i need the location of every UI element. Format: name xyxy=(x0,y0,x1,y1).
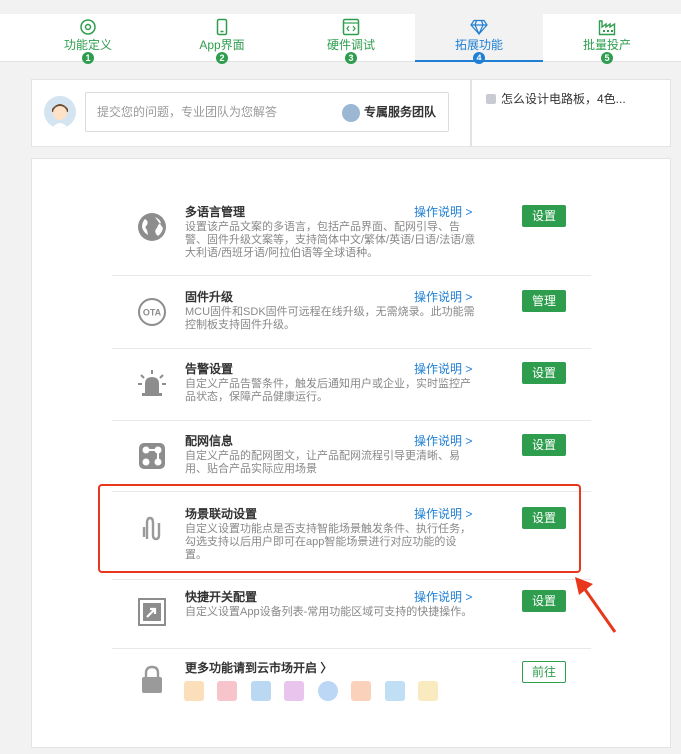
feature-alarm-settings: 告警设置 自定义产品告警条件，触发后通知用户或企业，实时监控产品状态，保障产品健… xyxy=(112,362,591,412)
shortcut-icon xyxy=(138,598,166,626)
question-placeholder: 提交您的问题，专业团队为您解答 xyxy=(97,105,278,119)
step-mass-production[interactable]: 批量投产 5 xyxy=(543,14,671,64)
chat-icon xyxy=(317,681,338,701)
feature-title: 快捷开关配置 xyxy=(185,590,258,604)
annotation-arrow-icon xyxy=(575,577,617,633)
divider xyxy=(112,648,591,649)
feature-desc: 自定义设置App设备列表-常用功能区域可支持的快捷操作。 xyxy=(185,606,473,618)
feature-title: 告警设置 xyxy=(185,362,234,376)
set-button[interactable]: 设置 xyxy=(522,205,566,227)
team-label: 专属服务团队 xyxy=(363,105,436,119)
step-number: 4 xyxy=(473,52,485,64)
svg-text:OTA: OTA xyxy=(143,308,162,318)
feature-shortcut-switch: 快捷开关配置 自定义设置App设备列表-常用功能区域可支持的快捷操作。 操作说明… xyxy=(112,590,591,640)
set-button[interactable]: 设置 xyxy=(522,434,566,456)
step-label: 硬件调试 xyxy=(326,38,375,52)
diamond-icon xyxy=(470,19,488,36)
cloud-market-title[interactable]: 更多功能请到云市场开启 〉 xyxy=(185,661,332,675)
service-team-button[interactable]: 专属服务团队 xyxy=(341,102,436,122)
feature-desc: MCU固件和SDK固件可远程在线升级，无需烧录。此功能需控制板支持固件升级。 xyxy=(185,306,475,331)
help-link[interactable]: 操作说明 > xyxy=(414,205,472,219)
factory-icon xyxy=(598,20,616,36)
divider xyxy=(112,348,591,349)
help-link[interactable]: 操作说明 > xyxy=(414,590,472,604)
news-item[interactable]: 怎么设计电路板，4色... xyxy=(486,90,626,107)
news-thumb-icon xyxy=(486,94,496,104)
help-link[interactable]: 操作说明 > xyxy=(414,434,472,448)
step-number: 5 xyxy=(601,52,613,64)
question-input[interactable]: 提交您的问题，专业团队为您解答 专属服务团队 xyxy=(85,92,449,132)
step-number: 3 xyxy=(345,52,357,64)
manage-button[interactable]: 管理 xyxy=(522,290,566,312)
set-button[interactable]: 设置 xyxy=(522,362,566,384)
feature-title: 固件升级 xyxy=(185,290,234,304)
step-number: 2 xyxy=(216,52,228,64)
step-number: 1 xyxy=(82,52,94,64)
go-button[interactable]: 前往 xyxy=(522,661,566,683)
divider xyxy=(112,275,591,276)
document-icon xyxy=(418,681,439,701)
cloud-feature-icons xyxy=(184,681,447,706)
help-link[interactable]: 操作说明 > xyxy=(414,290,472,304)
function-define-icon xyxy=(80,19,96,35)
divider xyxy=(112,420,591,421)
step-app-ui[interactable]: App界面 2 xyxy=(158,14,286,64)
window-icon xyxy=(384,681,405,701)
step-function-define[interactable]: 功能定义 1 xyxy=(24,14,152,64)
step-bar: 功能定义 1 App界面 2 硬件调试 3 拓展功能 4 批量投产 5 xyxy=(0,14,681,64)
user-avatar-icon xyxy=(44,96,76,128)
step-label: 拓展功能 xyxy=(454,38,503,52)
extend-function-panel: 多语言管理 设置该产品文案的多语言，包括产品界面、配网引导、告警、固件升级文案等… xyxy=(31,158,671,748)
step-label: App界面 xyxy=(199,38,245,52)
mail-icon xyxy=(184,681,204,701)
news-text: 怎么设计电路板，4色... xyxy=(501,92,626,106)
feature-desc: 自定义产品告警条件，触发后通知用户或企业，实时监控产品状态，保障产品健康运行。 xyxy=(185,378,471,403)
set-button[interactable]: 设置 xyxy=(522,590,566,612)
globe-icon xyxy=(138,213,166,241)
user-group-icon xyxy=(284,681,305,701)
step-label: 批量投产 xyxy=(582,38,631,52)
feature-multi-language: 多语言管理 设置该产品文案的多语言，包括产品界面、配网引导、告警、固件升级文案等… xyxy=(112,205,591,265)
feature-network-config: 配网信息 自定义产品的配网图文，让产品配网流程引导更清晰、易用、贴合产品实际应用… xyxy=(112,434,591,484)
step-label: 功能定义 xyxy=(63,38,112,52)
layers-icon xyxy=(250,681,271,701)
code-icon xyxy=(342,18,360,36)
feature-title: 配网信息 xyxy=(185,434,234,448)
user-avatar xyxy=(44,96,76,128)
phone-icon xyxy=(216,18,228,36)
ota-icon: OTA xyxy=(138,298,166,326)
lock-icon xyxy=(142,665,162,693)
contact-card-icon xyxy=(351,681,372,701)
alarm-light-icon xyxy=(138,370,166,396)
feature-desc: 自定义产品的配网图文，让产品配网流程引导更清晰、易用、贴合产品实际应用场景 xyxy=(185,450,460,475)
step-extend-function[interactable]: 拓展功能 4 xyxy=(415,14,543,64)
cloud-market-row: 更多功能请到云市场开启 〉 前往 xyxy=(112,661,591,711)
network-config-icon xyxy=(139,443,165,469)
feature-desc: 设置该产品文案的多语言，包括产品界面、配网引导、告警、固件升级文案等，支持简体中… xyxy=(185,221,476,259)
feature-firmware-upgrade: OTA 固件升级 MCU固件和SDK固件可远程在线升级，无需烧录。此功能需控制板… xyxy=(112,290,591,340)
highlight-box xyxy=(98,484,581,573)
step-hardware-debug[interactable]: 硬件调试 3 xyxy=(287,14,415,64)
user-tag-icon xyxy=(217,681,238,701)
team-avatar-icon xyxy=(341,103,360,122)
divider xyxy=(112,579,591,580)
feature-title: 多语言管理 xyxy=(185,205,246,219)
question-panel: 提交您的问题，专业团队为您解答 专属服务团队 xyxy=(31,79,471,147)
help-link[interactable]: 操作说明 > xyxy=(414,362,472,376)
news-panel: 怎么设计电路板，4色... xyxy=(471,79,671,147)
